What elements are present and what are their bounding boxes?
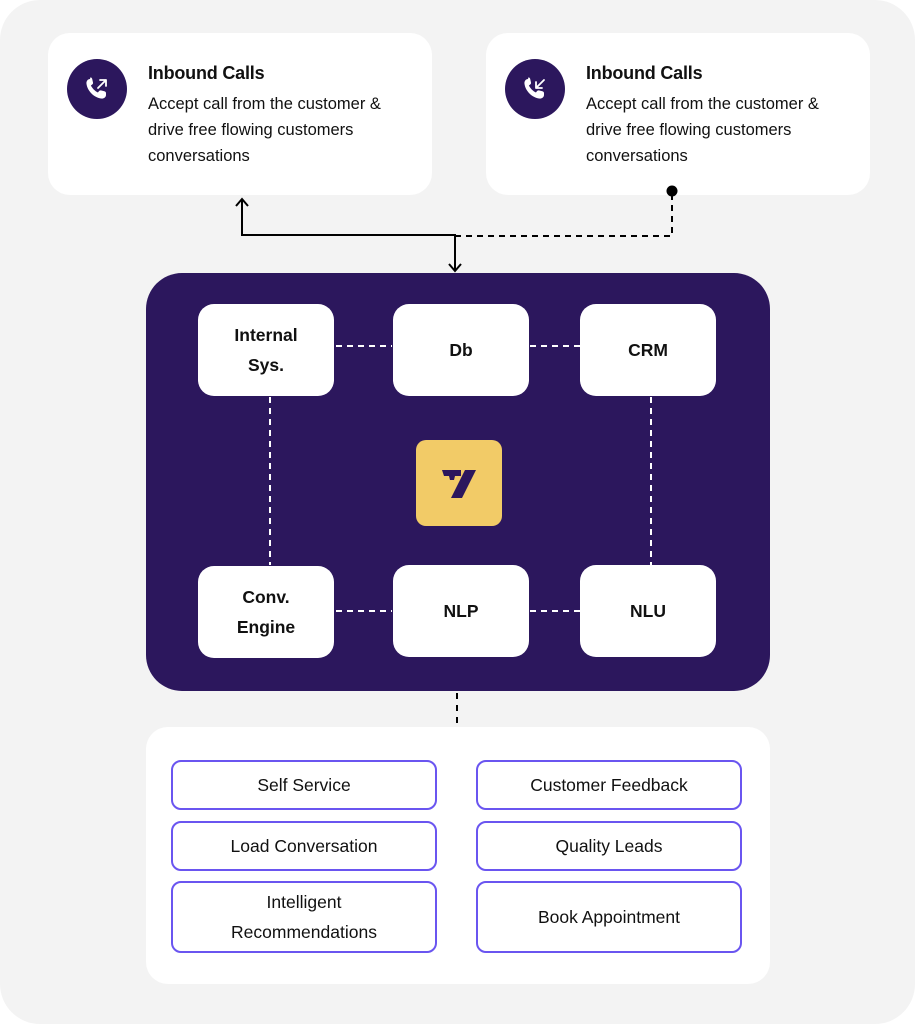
usecase-book-appointment: Book Appointment: [476, 881, 742, 953]
usecase-self-service: Self Service: [171, 760, 437, 810]
node-crm: CRM: [580, 304, 716, 396]
node-nlu: NLU: [580, 565, 716, 657]
node-db: Db: [393, 304, 529, 396]
solid-connector: [235, 197, 462, 273]
use-cases-panel: Self Service Customer Feedback Load Conv…: [146, 727, 770, 984]
diagram-canvas: Inbound Calls Accept call from the custo…: [0, 0, 915, 1024]
usecase-customer-feedback: Customer Feedback: [476, 760, 742, 810]
node-conv-engine: Conv. Engine: [198, 566, 334, 658]
usecase-intelligent-recommendations: Intelligent Recommendations: [171, 881, 437, 953]
node-internal-sys: Internal Sys.: [198, 304, 334, 396]
usecase-quality-leads: Quality Leads: [476, 821, 742, 871]
dashed-connector: [455, 185, 678, 237]
usecase-load-conversation: Load Conversation: [171, 821, 437, 871]
brand-logo-icon: [416, 440, 502, 526]
node-nlp: NLP: [393, 565, 529, 657]
platform-hub: Internal Sys. Db CRM Conv. Engine NLP NL…: [146, 273, 770, 691]
